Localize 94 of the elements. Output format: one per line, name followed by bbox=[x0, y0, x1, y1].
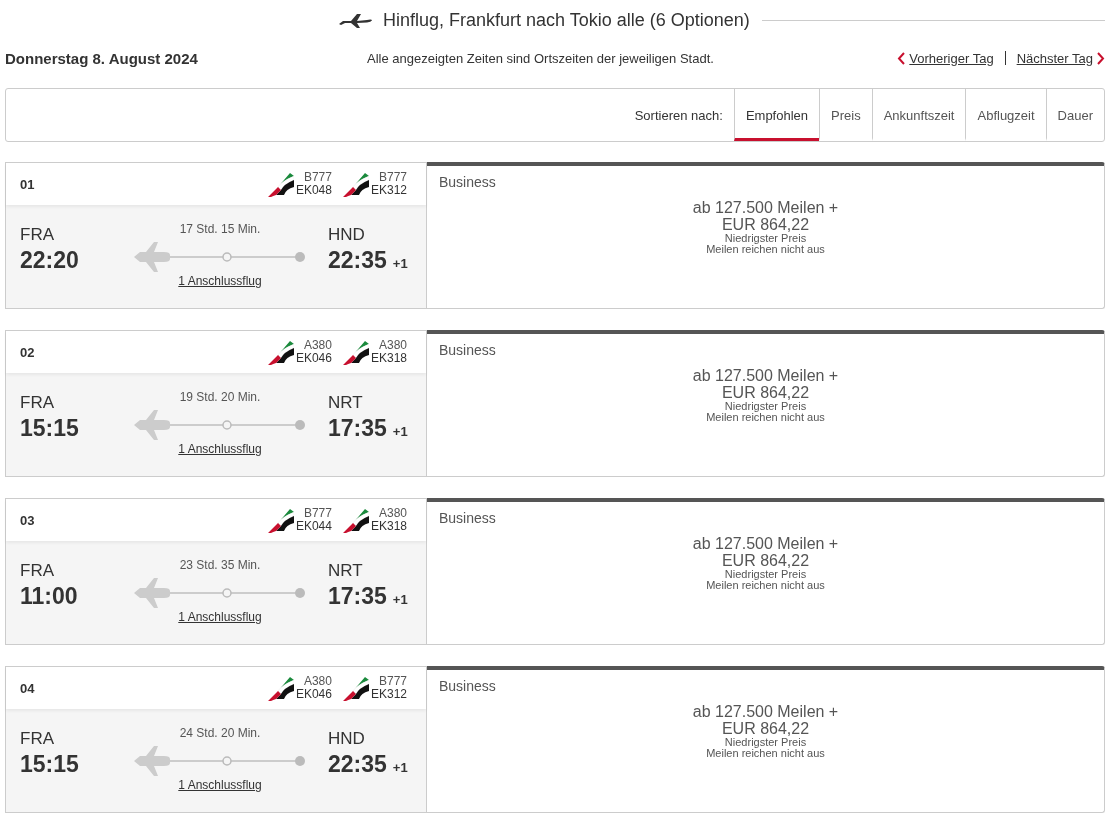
lowest-price-label: Niedrigster Preis bbox=[724, 233, 807, 244]
tail-fin-icon bbox=[342, 341, 369, 365]
miles-price: ab 127.500 Meilen + bbox=[692, 535, 839, 552]
miles-note: Meilen reichen nicht aus bbox=[706, 412, 825, 423]
airport-code: NRT bbox=[328, 560, 364, 582]
airport-code: FRA bbox=[20, 392, 55, 414]
tail-fin-icon bbox=[267, 509, 294, 533]
airport-code: NRT bbox=[328, 392, 364, 414]
flight-number: EK318 bbox=[370, 520, 407, 533]
lowest-price-label: Niedrigster Preis bbox=[724, 569, 807, 580]
lowest-price-label: Niedrigster Preis bbox=[724, 401, 807, 412]
sort-label: Sortieren nach: bbox=[634, 107, 723, 123]
option-number: 03 bbox=[20, 512, 36, 528]
airport-code: HND bbox=[328, 224, 366, 246]
cash-price: EUR 864,22 bbox=[721, 552, 810, 569]
airport-code: FRA bbox=[20, 224, 55, 246]
tail-fin-icon bbox=[342, 509, 369, 533]
arrival-time: 22:35 bbox=[328, 750, 387, 778]
flight-duration: 24 Std. 20 Min. bbox=[179, 726, 261, 740]
tail-fin-icon bbox=[342, 173, 369, 197]
chevron-left-icon bbox=[897, 51, 906, 65]
aircraft-type: B777 bbox=[378, 675, 407, 688]
cash-price: EUR 864,22 bbox=[721, 384, 810, 401]
cabin-class: Business bbox=[439, 174, 497, 190]
flight-number: EK044 bbox=[295, 520, 332, 533]
tail-fin-icon bbox=[342, 677, 369, 701]
flight-duration: 17 Std. 15 Min. bbox=[179, 222, 261, 236]
flight-number: EK046 bbox=[295, 352, 332, 365]
flight-number: EK312 bbox=[370, 184, 407, 197]
arrival-time: 17:35 bbox=[328, 414, 387, 442]
cash-price: EUR 864,22 bbox=[721, 216, 810, 233]
miles-note: Meilen reichen nicht aus bbox=[706, 748, 825, 759]
fare-panel[interactable]: Business ab 127.500 Meilen + EUR 864,22 Niedrigster Preis Meilen reichen nicht aus bbox=[427, 330, 1105, 477]
airport-code: FRA bbox=[20, 728, 55, 750]
miles-price: ab 127.500 Meilen + bbox=[692, 199, 839, 216]
flight-number: EK046 bbox=[295, 688, 332, 701]
arrival-time: 22:35 bbox=[328, 246, 387, 274]
aircraft-type: A380 bbox=[303, 339, 332, 352]
cabin-class: Business bbox=[439, 342, 497, 358]
flight-duration: 19 Std. 20 Min. bbox=[179, 390, 261, 404]
sort-tab[interactable]: Abflugzeit bbox=[965, 89, 1046, 141]
miles-price: ab 127.500 Meilen + bbox=[692, 367, 839, 384]
tail-fin-icon bbox=[267, 173, 294, 197]
connection-link[interactable]: 1 Anschlussflug bbox=[178, 274, 262, 288]
connection-link[interactable]: 1 Anschlussflug bbox=[178, 442, 262, 456]
aircraft-type: A380 bbox=[378, 507, 407, 520]
next-day-link[interactable]: Nächster Tag bbox=[1016, 50, 1093, 66]
option-number: 02 bbox=[20, 344, 36, 360]
day-offset: +1 bbox=[392, 256, 408, 271]
sort-tab[interactable]: Preis bbox=[819, 89, 872, 141]
timezone-note: Alle angezeigten Zeiten sind Ortszeiten der jeweiligen Stadt. bbox=[367, 50, 715, 66]
departure-time: 22:20 bbox=[20, 246, 80, 274]
page-title: Hinflug, Frankfurt nach Tokio alle (6 Optionen) bbox=[383, 9, 750, 31]
departure-time: 11:00 bbox=[20, 582, 79, 610]
day-offset: +1 bbox=[392, 592, 408, 607]
lowest-price-label: Niedrigster Preis bbox=[724, 737, 807, 748]
cabin-class: Business bbox=[439, 678, 497, 694]
connection-link[interactable]: 1 Anschlussflug bbox=[178, 778, 262, 792]
miles-note: Meilen reichen nicht aus bbox=[706, 580, 825, 591]
day-offset: +1 bbox=[392, 424, 408, 439]
cash-price: EUR 864,22 bbox=[721, 720, 810, 737]
airport-code: FRA bbox=[20, 560, 55, 582]
airport-code: HND bbox=[328, 728, 366, 750]
flight-duration: 23 Std. 35 Min. bbox=[179, 558, 261, 572]
sort-tab[interactable]: Ankunftszeit bbox=[871, 89, 966, 141]
tail-fin-icon bbox=[267, 341, 294, 365]
option-number: 04 bbox=[20, 680, 36, 696]
departure-time: 15:15 bbox=[20, 414, 80, 442]
flight-number: EK318 bbox=[370, 352, 407, 365]
previous-day-link[interactable]: Vorheriger Tag bbox=[909, 50, 994, 66]
date-heading: Donnerstag 8. August 2024 bbox=[5, 49, 199, 67]
fare-panel[interactable]: Business ab 127.500 Meilen + EUR 864,22 Niedrigster Preis Meilen reichen nicht aus bbox=[427, 498, 1105, 645]
cabin-class: Business bbox=[439, 510, 497, 526]
aircraft-type: B777 bbox=[303, 507, 332, 520]
airplane-icon bbox=[337, 12, 373, 28]
fare-panel[interactable]: Business ab 127.500 Meilen + EUR 864,22 Niedrigster Preis Meilen reichen nicht aus bbox=[427, 162, 1105, 309]
sort-tab[interactable]: Dauer bbox=[1045, 89, 1104, 141]
chevron-right-icon bbox=[1097, 51, 1105, 65]
miles-note: Meilen reichen nicht aus bbox=[706, 244, 825, 255]
tail-fin-icon bbox=[267, 677, 294, 701]
connection-link[interactable]: 1 Anschlussflug bbox=[178, 610, 262, 624]
arrival-time: 17:35 bbox=[328, 582, 387, 610]
sort-tab[interactable]: Empfohlen bbox=[733, 89, 820, 141]
flight-number: EK048 bbox=[295, 184, 332, 197]
fare-panel[interactable]: Business ab 127.500 Meilen + EUR 864,22 Niedrigster Preis Meilen reichen nicht aus bbox=[427, 666, 1105, 813]
option-number: 01 bbox=[20, 176, 36, 192]
aircraft-type: B777 bbox=[303, 171, 332, 184]
aircraft-type: A380 bbox=[378, 339, 407, 352]
flight-number: EK312 bbox=[370, 688, 407, 701]
departure-time: 15:15 bbox=[20, 750, 80, 778]
day-offset: +1 bbox=[392, 760, 408, 775]
miles-price: ab 127.500 Meilen + bbox=[692, 703, 839, 720]
aircraft-type: B777 bbox=[378, 171, 407, 184]
aircraft-type: A380 bbox=[303, 675, 332, 688]
